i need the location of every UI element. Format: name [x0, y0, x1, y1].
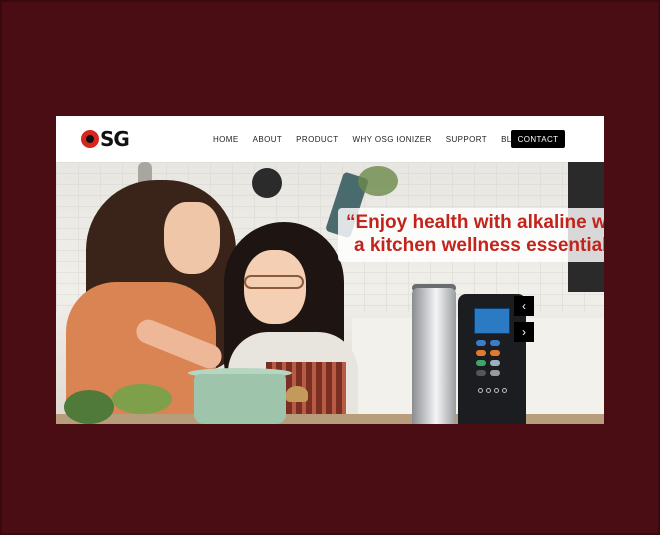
hanging-pan [252, 168, 282, 198]
nav-support[interactable]: SUPPORT [446, 135, 487, 144]
website-screenshot: SG HOME ABOUT PRODUCT WHY OSG IONIZER SU… [56, 116, 604, 424]
ionizer-button [476, 340, 486, 346]
ionizer-button [490, 370, 500, 376]
mushroom [286, 386, 308, 402]
woman-face [164, 202, 220, 274]
carousel-prev-button[interactable]: ‹ [514, 296, 534, 316]
chevron-right-icon: › [522, 325, 526, 339]
hero-banner: “Enjoy health with alkaline wa a kitchen… [56, 162, 604, 424]
ionizer-button [476, 350, 486, 356]
ionizer-control [478, 388, 483, 393]
ionizer-button [476, 370, 486, 376]
salad-greens [112, 384, 172, 414]
nav-home[interactable]: HOME [213, 135, 239, 144]
nav-product[interactable]: PRODUCT [296, 135, 338, 144]
girl-glasses [244, 275, 304, 289]
osg-logo[interactable]: SG [81, 127, 130, 151]
ionizer-button [476, 360, 486, 366]
ionizer-button [490, 340, 500, 346]
nav-why-osg-ionizer[interactable]: WHY OSG IONIZER [353, 135, 432, 144]
water-dispenser-spout [412, 288, 456, 424]
ionizer-control [494, 388, 499, 393]
ionizer-screen [474, 308, 510, 334]
nav-about[interactable]: ABOUT [253, 135, 283, 144]
quote-line-2: a kitchen wellness essential.” [354, 235, 604, 256]
ionizer-button [490, 350, 500, 356]
cooking-pot [194, 374, 286, 424]
kitchen-plant [358, 166, 398, 196]
logo-text: SG [100, 127, 130, 151]
contact-button[interactable]: CONTACT [511, 130, 565, 148]
site-header: SG HOME ABOUT PRODUCT WHY OSG IONIZER SU… [56, 116, 604, 162]
main-nav: HOME ABOUT PRODUCT WHY OSG IONIZER SUPPO… [213, 116, 545, 162]
carousel-next-button[interactable]: › [514, 322, 534, 342]
chevron-left-icon: ‹ [522, 299, 526, 313]
hero-quote: “Enjoy health with alkaline wa a kitchen… [338, 208, 604, 262]
ionizer-control [502, 388, 507, 393]
ionizer-button [490, 360, 500, 366]
logo-o-mark [81, 130, 99, 148]
broccoli [64, 390, 114, 424]
quote-line-1: “Enjoy health with alkaline wa [346, 212, 604, 233]
ionizer-control [486, 388, 491, 393]
